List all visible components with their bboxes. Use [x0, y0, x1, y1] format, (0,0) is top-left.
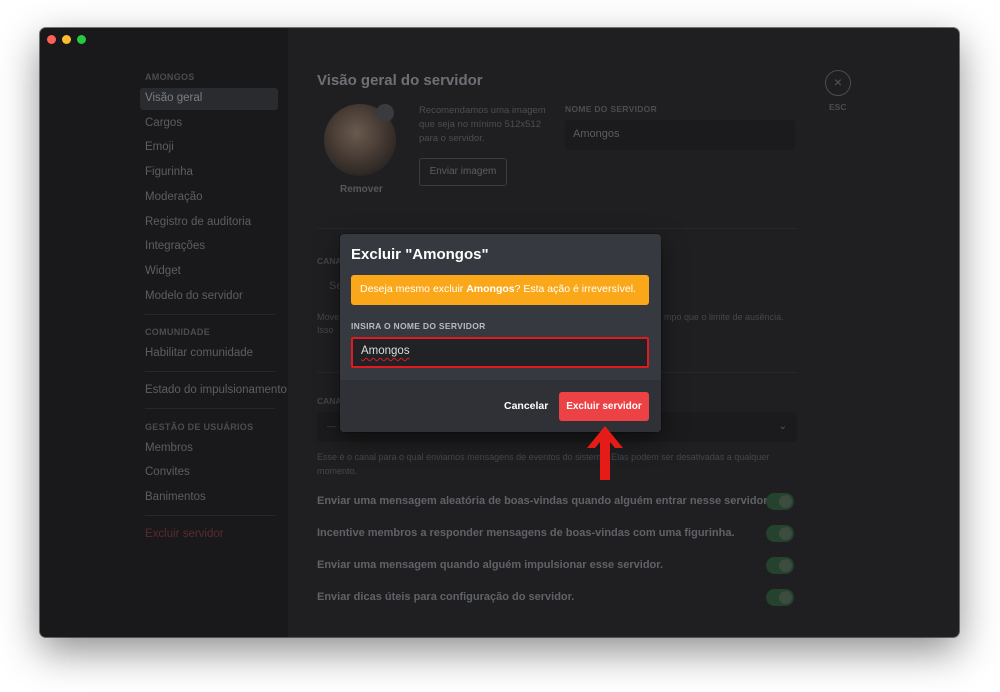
afk-description: Move [317, 312, 340, 322]
sidebar-item-enable-community[interactable]: Habilitar comunidade [140, 343, 278, 365]
remove-avatar-link[interactable]: Remover [340, 184, 383, 195]
arrow-shaft [600, 436, 610, 480]
server-name-confirm-input[interactable]: Amongos [351, 337, 649, 368]
toggle-boost[interactable] [766, 557, 794, 574]
toggle-sticker-reply[interactable] [766, 525, 794, 542]
sidebar-item-stickers[interactable]: Figurinha [140, 162, 278, 184]
sidebar-section-title: GESTÃO DE USUÁRIOS [145, 422, 254, 432]
toggle-label-sticker-reply: Incentive membros a responder mensagens … [317, 527, 735, 539]
sidebar-item-overview[interactable]: Visão geral [140, 88, 278, 110]
sidebar-item-server-template[interactable]: Modelo do servidor [140, 286, 278, 308]
sidebar-divider [145, 515, 275, 516]
afk-description-2: Isso [317, 325, 334, 335]
close-window-button[interactable] [47, 35, 56, 44]
afk-description-tail: mpo que o limite de ausência. [664, 312, 784, 322]
sidebar-item-audit-log[interactable]: Registro de auditoria [140, 212, 278, 234]
image-recommendation-text: Recomendamos uma imagem que seja no míni… [419, 105, 546, 144]
server-name-confirm-value: Amongos [361, 345, 410, 357]
warning-banner: Deseja mesmo excluir Amongos? Esta ação … [351, 275, 649, 305]
window-controls [47, 35, 86, 44]
section-divider [317, 228, 797, 229]
server-name-confirm-label: INSIRA O NOME DO SERVIDOR [351, 321, 486, 331]
sidebar-section-title: AMONGOS [145, 72, 195, 82]
minimize-window-button[interactable] [62, 35, 71, 44]
sidebar-item-boost-status[interactable]: Estado do impulsionamento [140, 380, 287, 402]
toggle-label-boost: Enviar uma mensagem quando alguém impuls… [317, 559, 664, 571]
close-icon[interactable]: × [825, 70, 851, 96]
sidebar-item-roles[interactable]: Cargos [140, 113, 278, 135]
arrow-up-icon [587, 426, 623, 480]
esc-label: ESC [829, 102, 847, 112]
sidebar-item-emoji[interactable]: Emoji [140, 137, 278, 159]
system-channel-label: CANA [317, 396, 342, 406]
server-name-label: NOME DO SERVIDOR [565, 104, 658, 114]
sidebar-divider [145, 314, 275, 315]
maximize-window-button[interactable] [77, 35, 86, 44]
edit-avatar-icon[interactable] [376, 104, 394, 122]
settings-sidebar: AMONGOS Visão geral Cargos Emoji Figurin… [40, 28, 288, 637]
modal-title: Excluir "Amongos" [351, 246, 489, 263]
cancel-button[interactable]: Cancelar [504, 400, 548, 412]
afk-channel-label: CANA [317, 256, 342, 266]
toggle-label-welcome: Enviar uma mensagem aleatória de boas-vi… [317, 495, 770, 507]
server-name-input[interactable]: Amongos [565, 120, 795, 150]
delete-server-modal: Excluir "Amongos" Deseja mesmo excluir A… [340, 234, 661, 432]
system-channel-description-2: momento. [317, 466, 358, 476]
sidebar-item-moderation[interactable]: Moderação [140, 187, 278, 209]
sidebar-item-delete-server[interactable]: Excluir servidor [140, 524, 278, 546]
toggle-welcome[interactable] [766, 493, 794, 510]
upload-image-button[interactable]: Enviar imagem [419, 158, 507, 186]
select-value: — [327, 421, 336, 431]
sidebar-section-title: COMUNIDADE [145, 327, 210, 337]
warning-text-post: ? Esta ação é irreversível. [514, 283, 637, 295]
warning-text-pre: Deseja mesmo excluir [360, 283, 467, 295]
sidebar-divider [145, 371, 275, 372]
sidebar-item-integrations[interactable]: Integrações [140, 236, 278, 258]
delete-server-button[interactable]: Excluir servidor [559, 392, 649, 421]
system-channel-description: Esse é o canal para o qual enviamos mens… [317, 452, 770, 462]
sidebar-item-invites[interactable]: Convites [140, 462, 278, 484]
sidebar-item-members[interactable]: Membros [140, 438, 278, 460]
page-title: Visão geral do servidor [317, 72, 483, 89]
sidebar-item-widget[interactable]: Widget [140, 261, 278, 283]
sidebar-divider [145, 408, 275, 409]
sidebar-item-bans[interactable]: Banimentos [140, 487, 278, 509]
chevron-down-icon: ⌄ [778, 421, 787, 432]
warning-server-name: Amongos [466, 283, 515, 295]
toggle-label-tips: Enviar dicas úteis para configuração do … [317, 591, 575, 603]
toggle-tips[interactable] [766, 589, 794, 606]
